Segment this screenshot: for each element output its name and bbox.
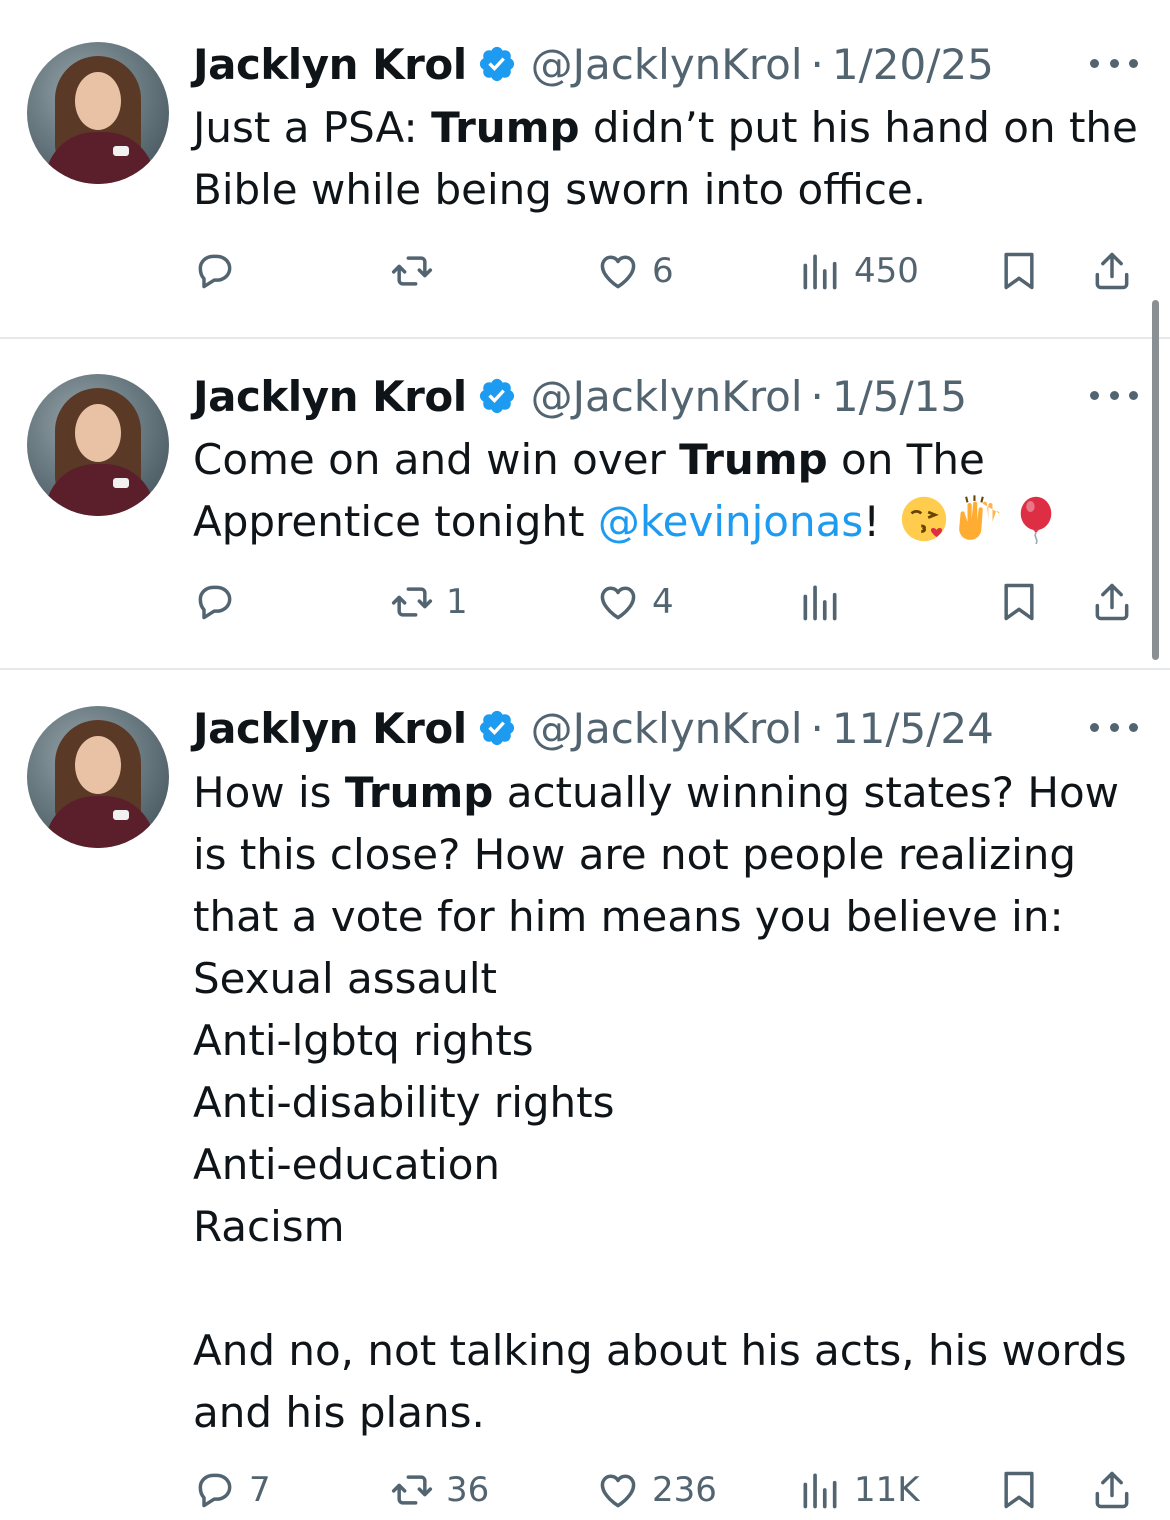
share-icon bbox=[1095, 583, 1129, 621]
retweet-icon bbox=[391, 587, 433, 617]
more-options-icon[interactable] bbox=[1090, 48, 1138, 78]
verified-badge-icon bbox=[479, 46, 514, 82]
text-segment: How is bbox=[193, 768, 345, 817]
retweet-count: 1 bbox=[446, 582, 468, 622]
verified-badge-icon bbox=[479, 378, 514, 414]
scrollbar[interactable] bbox=[1152, 300, 1159, 660]
raising-hands-emoji-icon bbox=[955, 494, 1005, 544]
like-button[interactable]: 236 bbox=[596, 1460, 717, 1520]
views-chart-icon bbox=[803, 585, 837, 621]
tweet-header: Jacklyn Krol @JacklynKrol · 1/20/25 bbox=[193, 34, 994, 94]
retweet-button[interactable] bbox=[390, 241, 446, 301]
avatar[interactable] bbox=[27, 374, 169, 516]
separator-dot: · bbox=[810, 39, 824, 89]
view-count: 11K bbox=[854, 1470, 920, 1510]
like-count: 4 bbox=[652, 582, 674, 622]
reply-button[interactable] bbox=[193, 572, 249, 632]
views-chart-icon bbox=[803, 254, 837, 290]
share-icon bbox=[1095, 252, 1129, 290]
bookmark-button[interactable] bbox=[997, 1460, 1041, 1520]
separator-dot: · bbox=[810, 371, 824, 421]
face-blowing-kiss-emoji-icon bbox=[899, 494, 949, 544]
like-button[interactable]: 4 bbox=[596, 572, 674, 632]
bookmark-button[interactable] bbox=[997, 241, 1041, 301]
share-button[interactable] bbox=[1090, 572, 1134, 632]
share-icon bbox=[1095, 1471, 1129, 1509]
handle[interactable]: @JacklynKrol bbox=[531, 704, 803, 753]
text-segment: Come on and win over bbox=[193, 435, 680, 484]
retweet-button[interactable]: 36 bbox=[390, 1460, 489, 1520]
heart-icon bbox=[600, 255, 636, 289]
mention-link[interactable]: @kevinjonas bbox=[598, 497, 863, 546]
balloon-emoji-icon bbox=[1011, 494, 1061, 545]
heart-icon bbox=[600, 1474, 636, 1508]
heart-icon bbox=[600, 586, 636, 620]
retweet-button[interactable]: 1 bbox=[390, 572, 468, 632]
reply-icon bbox=[198, 254, 232, 289]
display-name[interactable]: Jacklyn Krol bbox=[193, 704, 467, 753]
handle[interactable]: @JacklynKrol bbox=[531, 40, 803, 89]
verified-badge-icon bbox=[479, 710, 514, 746]
views-chart-icon bbox=[803, 1473, 837, 1509]
bookmark-icon bbox=[1004, 1471, 1034, 1509]
like-count: 6 bbox=[652, 251, 674, 291]
reply-button[interactable] bbox=[193, 241, 249, 301]
timestamp[interactable]: 1/20/25 bbox=[832, 40, 994, 89]
retweet-count: 36 bbox=[446, 1470, 490, 1510]
tweet[interactable]: Jacklyn Krol @JacklynKrol · 1/20/25 Just… bbox=[0, 0, 1170, 337]
reply-icon bbox=[198, 585, 232, 620]
views-button[interactable] bbox=[798, 572, 854, 632]
separator-dot: · bbox=[810, 703, 824, 753]
bold-text: Trump bbox=[344, 768, 494, 817]
text-segment: actually winning states? How is this clo… bbox=[193, 768, 1127, 1437]
tweet-header: Jacklyn Krol @JacklynKrol · 1/5/15 bbox=[193, 366, 967, 426]
retweet-icon bbox=[391, 1475, 433, 1505]
avatar[interactable] bbox=[27, 42, 169, 184]
tweet[interactable]: Jacklyn Krol @JacklynKrol · 1/5/15 Come … bbox=[0, 339, 1170, 668]
display-name[interactable]: Jacklyn Krol bbox=[193, 40, 467, 89]
action-bar: 7 36 236 11K bbox=[0, 1460, 1170, 1520]
bookmark-icon bbox=[1004, 583, 1034, 621]
bookmark-button[interactable] bbox=[997, 572, 1041, 632]
action-bar: 6 450 bbox=[0, 241, 1170, 301]
display-name[interactable]: Jacklyn Krol bbox=[193, 372, 467, 421]
like-button[interactable]: 6 bbox=[596, 241, 674, 301]
bold-text: Trump bbox=[679, 435, 828, 484]
tweet-text: Come on and win over Trump on The Appren… bbox=[193, 429, 1148, 553]
text-segment: ! bbox=[863, 497, 894, 546]
reply-button[interactable]: 7 bbox=[193, 1460, 271, 1520]
reply-count: 7 bbox=[249, 1470, 271, 1510]
more-options-icon[interactable] bbox=[1090, 712, 1138, 742]
timestamp[interactable]: 11/5/24 bbox=[832, 704, 994, 753]
avatar[interactable] bbox=[27, 706, 169, 848]
views-button[interactable]: 11K bbox=[798, 1460, 920, 1520]
share-button[interactable] bbox=[1090, 241, 1134, 301]
view-count: 450 bbox=[854, 251, 919, 291]
tweet-header: Jacklyn Krol @JacklynKrol · 11/5/24 bbox=[193, 698, 994, 758]
more-options-icon[interactable] bbox=[1090, 380, 1138, 410]
handle[interactable]: @JacklynKrol bbox=[531, 372, 803, 421]
bookmark-icon bbox=[1004, 252, 1034, 290]
bold-text: Trump bbox=[431, 103, 580, 152]
action-bar: 1 4 bbox=[0, 572, 1170, 632]
views-button[interactable]: 450 bbox=[798, 241, 919, 301]
like-count: 236 bbox=[652, 1470, 717, 1510]
retweet-icon bbox=[391, 256, 433, 286]
tweet[interactable]: Jacklyn Krol @JacklynKrol · 11/5/24 How … bbox=[0, 670, 1170, 1519]
tweet-text: How is Trump actually winning states? Ho… bbox=[193, 762, 1148, 1444]
tweet-text: Just a PSA: Trump didn’t put his hand on… bbox=[193, 97, 1148, 221]
text-segment: Just a PSA: bbox=[193, 103, 432, 152]
reply-icon bbox=[198, 1473, 232, 1508]
timestamp[interactable]: 1/5/15 bbox=[832, 372, 967, 421]
share-button[interactable] bbox=[1090, 1460, 1134, 1520]
